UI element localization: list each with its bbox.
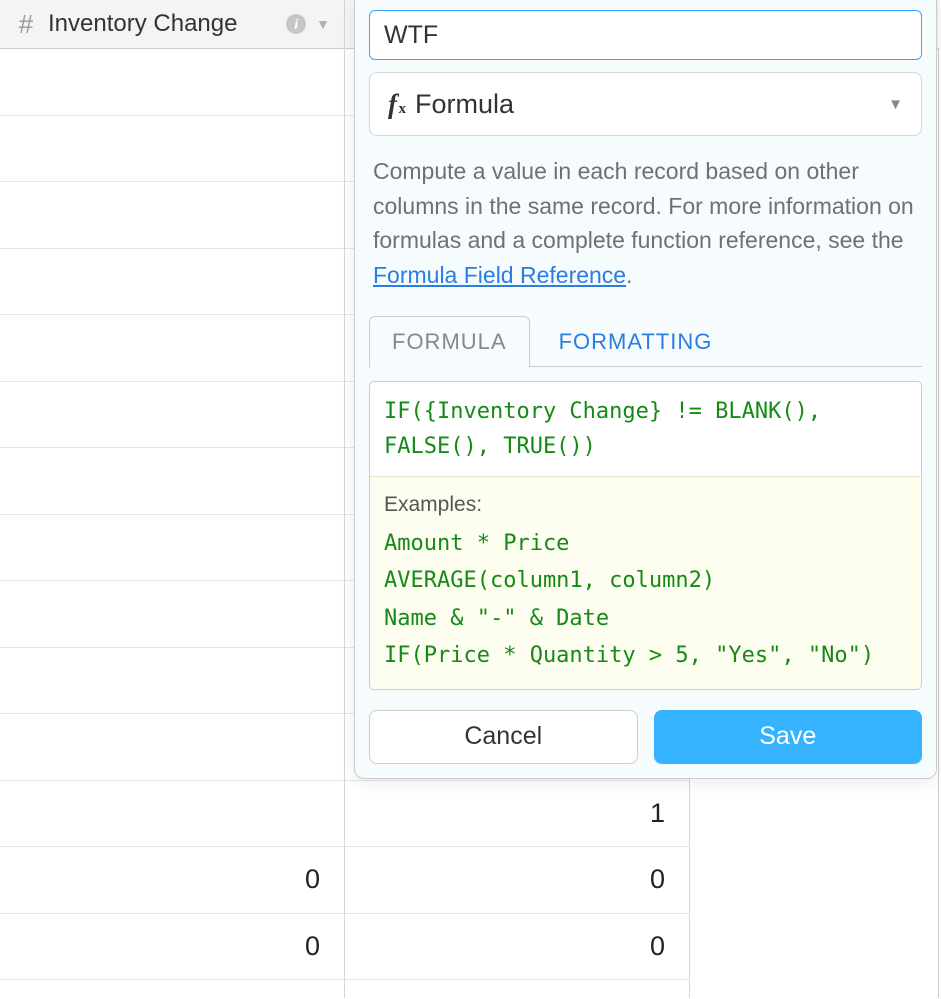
cancel-button[interactable]: Cancel bbox=[369, 710, 638, 764]
example-line: Name & "-" & Date bbox=[384, 600, 907, 637]
formula-icon: fx bbox=[388, 89, 397, 120]
field-type-select[interactable]: fx Formula ▼ bbox=[369, 72, 922, 136]
examples-title: Examples: bbox=[384, 487, 907, 523]
chevron-down-icon: ▼ bbox=[888, 96, 903, 113]
column-header-inventory-change[interactable]: # Inventory Change i ▼ bbox=[0, 0, 344, 49]
cell-inventory-change[interactable]: 0 bbox=[0, 914, 344, 981]
panel-tabs: FORMULA FORMATTING bbox=[369, 314, 922, 367]
cell-inventory-change[interactable] bbox=[0, 714, 344, 781]
cell-inventory-change[interactable] bbox=[0, 182, 344, 249]
info-icon[interactable]: i bbox=[286, 14, 306, 34]
cell-inventory-change[interactable] bbox=[0, 116, 344, 183]
chevron-down-icon[interactable]: ▼ bbox=[316, 16, 330, 32]
cell-inventory-change[interactable] bbox=[0, 249, 344, 316]
example-line: AVERAGE(column1, column2) bbox=[384, 562, 907, 599]
cell-inventory-change[interactable] bbox=[0, 515, 344, 582]
formula-reference-link[interactable]: Formula Field Reference bbox=[373, 262, 626, 288]
cell-inventory-change[interactable] bbox=[0, 781, 344, 848]
cell-wtf[interactable]: 0 bbox=[345, 914, 689, 981]
number-type-icon: # bbox=[14, 9, 38, 40]
field-config-panel: fx Formula ▼ Compute a value in each rec… bbox=[354, 0, 937, 779]
formula-examples: Examples: Amount * PriceAVERAGE(column1,… bbox=[370, 477, 921, 688]
cell-inventory-change[interactable] bbox=[0, 49, 344, 116]
cell-inventory-change[interactable]: 0 bbox=[0, 847, 344, 914]
tab-formula[interactable]: FORMULA bbox=[369, 316, 530, 368]
cell-inventory-change[interactable] bbox=[0, 315, 344, 382]
cell-inventory-change[interactable] bbox=[0, 581, 344, 648]
cell-inventory-change[interactable] bbox=[0, 648, 344, 715]
save-button[interactable]: Save bbox=[654, 710, 923, 764]
example-line: Amount * Price bbox=[384, 525, 907, 562]
tab-formatting[interactable]: FORMATTING bbox=[536, 316, 736, 368]
column-name: Inventory Change bbox=[48, 10, 276, 38]
cell-inventory-change[interactable] bbox=[0, 382, 344, 449]
cell-wtf[interactable]: 0 bbox=[345, 847, 689, 914]
formula-editor-container: IF({Inventory Change} != BLANK(), FALSE(… bbox=[369, 381, 922, 690]
cell-inventory-change[interactable] bbox=[0, 448, 344, 515]
field-name-input[interactable] bbox=[369, 10, 922, 60]
cell-wtf[interactable]: 1 bbox=[345, 781, 689, 848]
example-line: IF(Price * Quantity > 5, "Yes", "No") bbox=[384, 637, 907, 674]
field-type-label: Formula bbox=[415, 89, 888, 120]
field-type-description: Compute a value in each record based on … bbox=[369, 154, 922, 292]
formula-input[interactable]: IF({Inventory Change} != BLANK(), FALSE(… bbox=[370, 382, 921, 477]
